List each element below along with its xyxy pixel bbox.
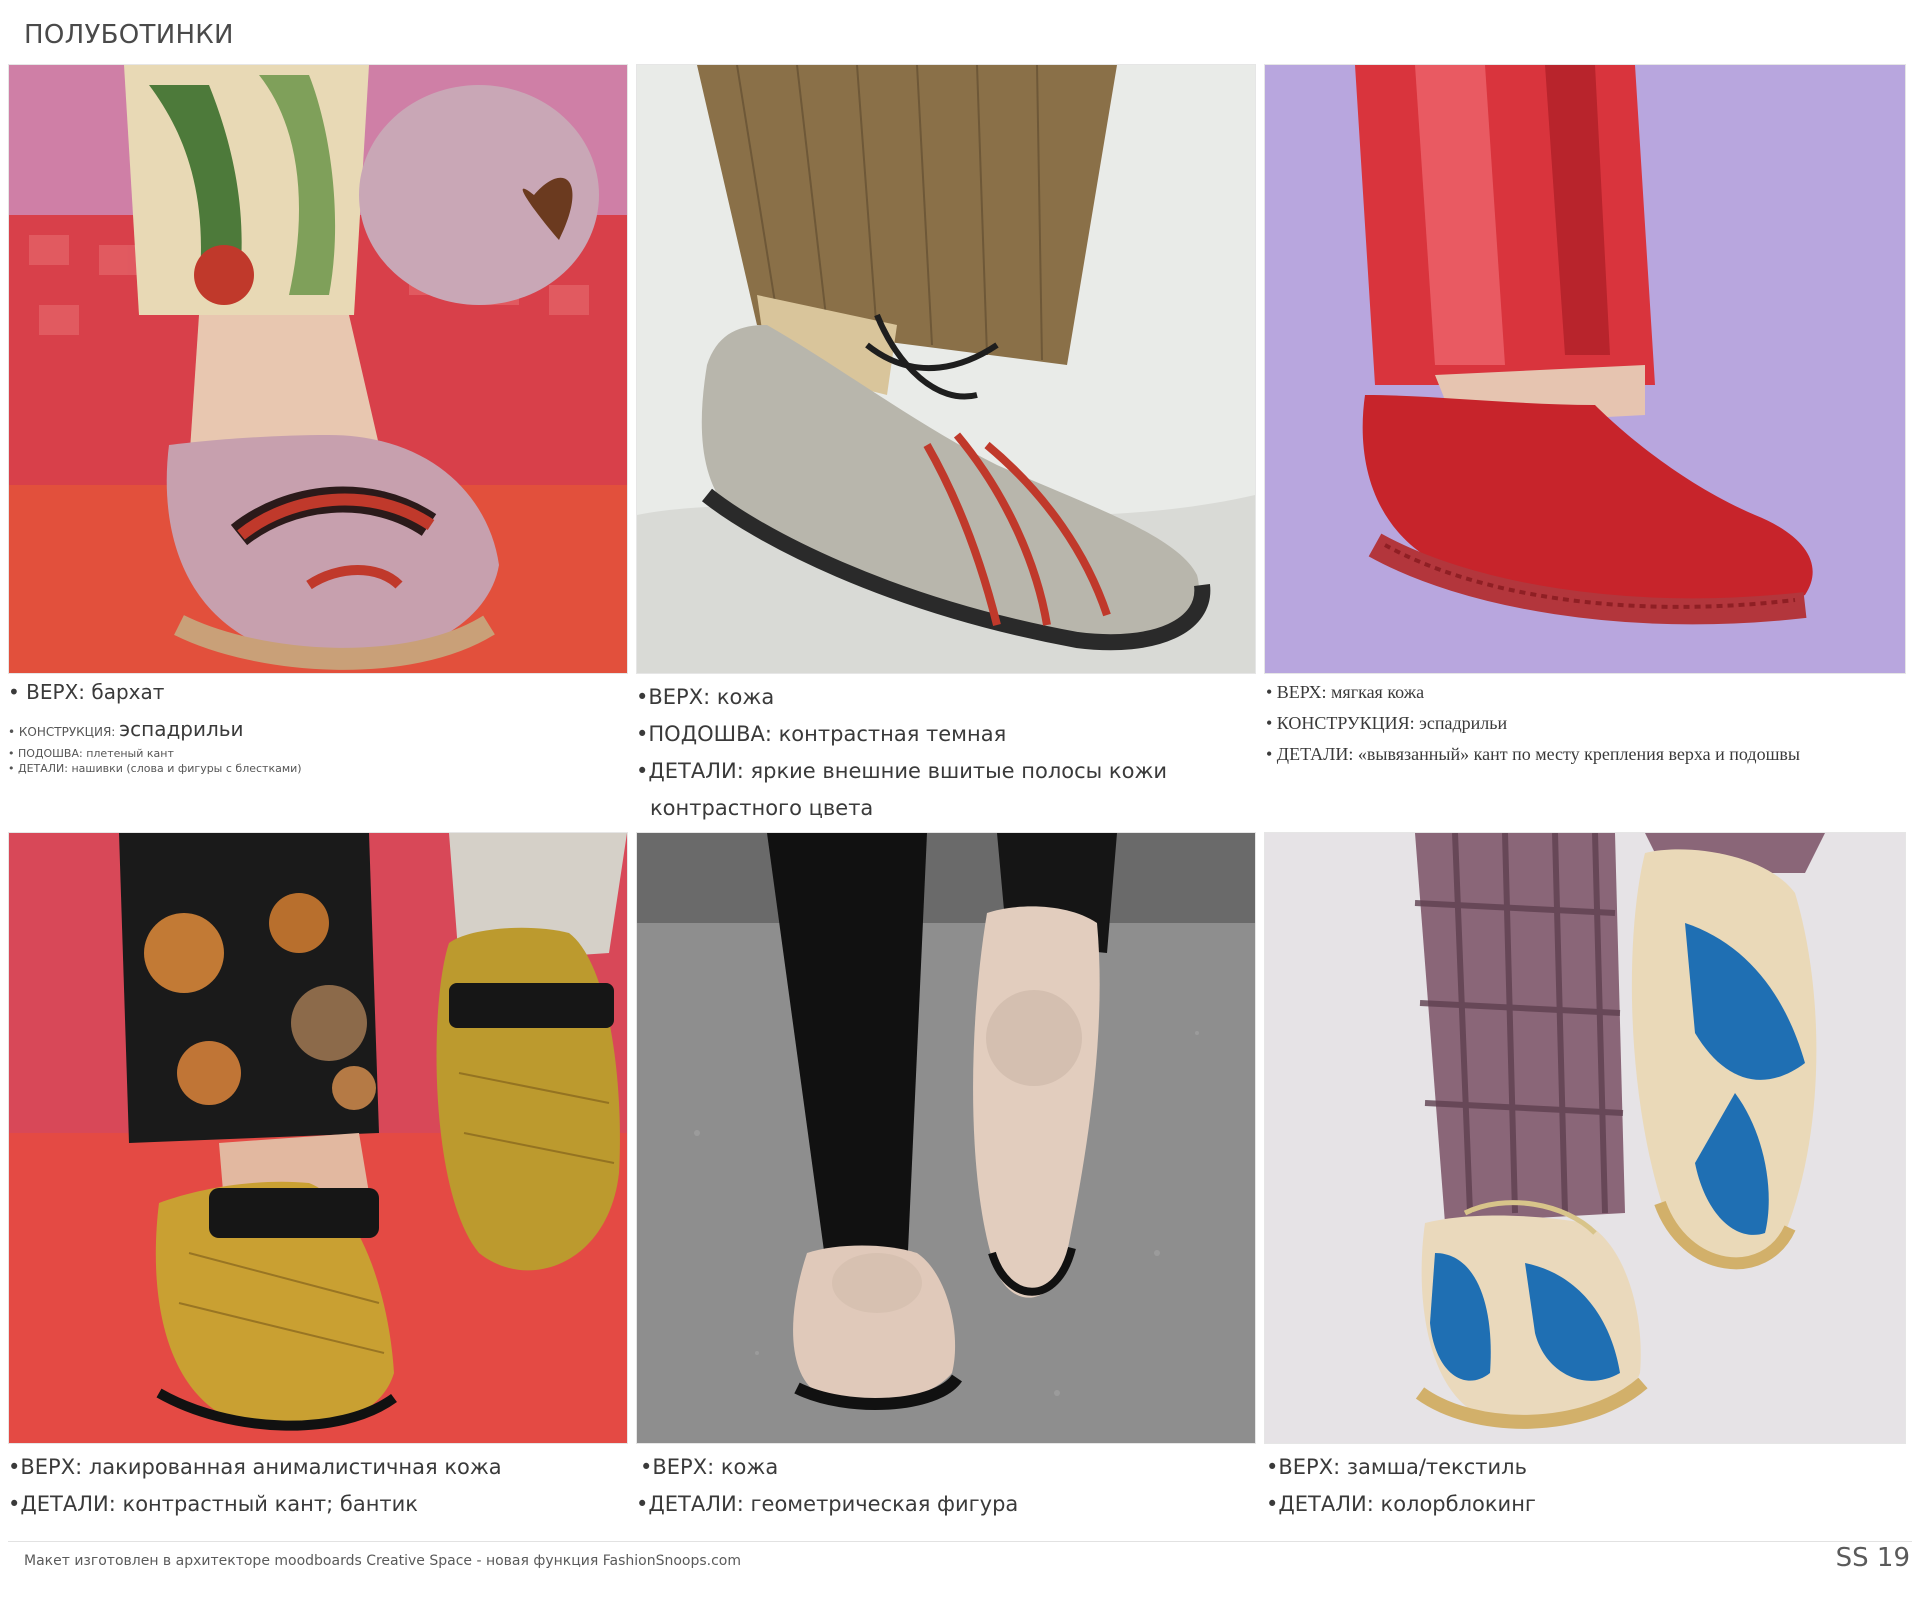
caption-line: •ДЕТАЛИ: контрастный кант; бантик xyxy=(8,1492,418,1516)
footer-divider xyxy=(8,1541,1912,1542)
caption-velvet-espadrille: • ВЕРХ: бархат • КОНСТРУКЦИЯ: эспадрильи… xyxy=(8,679,302,777)
caption-value: эспадрильи xyxy=(119,717,244,741)
caption-line: • КОНСТРУКЦИЯ: эспадрильи xyxy=(1266,713,1508,733)
caption-line: •ДЕТАЛИ: геометрическая фигура xyxy=(636,1492,1019,1516)
footer-note: Макет изготовлен в архитекторе moodboard… xyxy=(24,1553,742,1569)
caption-grey-derby: •ВЕРХ: кожа •ПОДОШВА: контрастная темная… xyxy=(636,679,1167,827)
photo-velvet-espadrille xyxy=(8,64,628,674)
caption-line: • ВЕРХ: бархат xyxy=(8,680,165,704)
photo-grey-derby xyxy=(636,64,1256,674)
caption-line: • ДЕТАЛИ: «вывязанный» кант по месту кре… xyxy=(1266,744,1801,764)
caption-line: • ВЕРХ: мягкая кожа xyxy=(1266,682,1425,702)
caption-line: •ДЕТАЛИ: колорблокинг xyxy=(1266,1492,1536,1516)
season-label: SS 19 xyxy=(1835,1543,1910,1573)
caption-line: • ПОДОШВА: плетеный кант xyxy=(8,747,174,760)
caption-line: • КОНСТРУКЦИЯ: эспадрильи xyxy=(8,716,302,743)
caption-key: • КОНСТРУКЦИЯ: xyxy=(8,725,120,739)
caption-line: •ДЕТАЛИ: яркие внешние вшитые полосы кож… xyxy=(636,759,1168,783)
caption-red-espadrille: • ВЕРХ: мягкая кожа • КОНСТРУКЦИЯ: эспад… xyxy=(1266,677,1800,770)
caption-nude-loafer: •ВЕРХ: кожа •ДЕТАЛИ: геометрическая фигу… xyxy=(636,1449,1018,1523)
page-title: ПОЛУБОТИНКИ xyxy=(24,20,234,50)
photo-colorblock-shoe xyxy=(1264,832,1906,1444)
photo-red-espadrille xyxy=(1264,64,1906,674)
caption-line: •ВЕРХ: кожа xyxy=(636,685,775,709)
caption-colorblock-shoe: •ВЕРХ: замша/текстиль •ДЕТАЛИ: колорблок… xyxy=(1266,1449,1536,1523)
caption-line: контрастного цвета xyxy=(650,796,874,820)
photo-snake-loafer xyxy=(8,832,628,1444)
caption-line: •ПОДОШВА: контрастная темная xyxy=(636,722,1007,746)
caption-line: •ВЕРХ: лакированная анималистичная кожа xyxy=(8,1455,502,1479)
caption-line: •ВЕРХ: замша/текстиль xyxy=(1266,1455,1527,1479)
photo-nude-loafer xyxy=(636,832,1256,1444)
caption-line: •ВЕРХ: кожа xyxy=(640,1455,779,1479)
caption-line: • ДЕТАЛИ: нашивки (слова и фигуры с блес… xyxy=(8,761,302,775)
caption-snake-loafer: •ВЕРХ: лакированная анималистичная кожа … xyxy=(8,1449,502,1523)
